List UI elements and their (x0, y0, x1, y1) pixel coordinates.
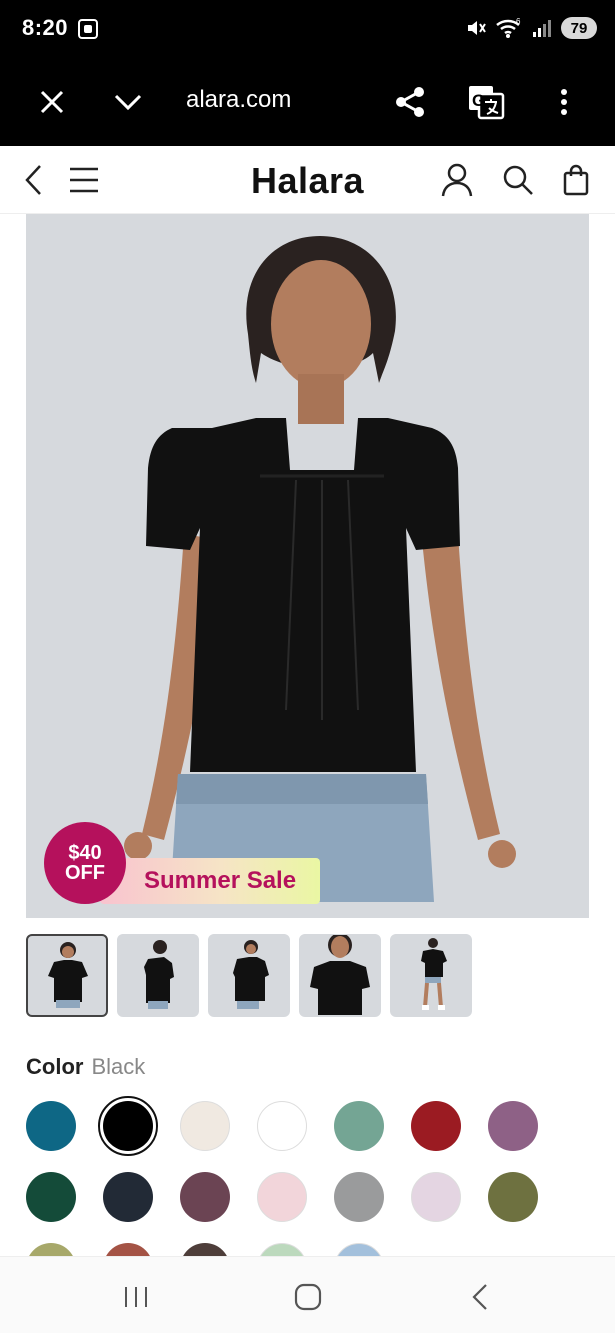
search-icon[interactable] (498, 160, 538, 200)
status-bar: 8:20 6 79 (0, 0, 615, 58)
color-swatch[interactable] (180, 1172, 230, 1222)
thumbnail-strip (26, 934, 472, 1017)
thumbnail-front[interactable] (26, 934, 108, 1017)
promo-banner[interactable]: Summer Sale (100, 858, 320, 904)
network-label: 6 (516, 17, 521, 26)
browser-toolbar: alara.com G (0, 58, 615, 146)
site-header: Halara (0, 146, 615, 214)
recent-apps-icon[interactable] (116, 1277, 156, 1317)
share-icon[interactable] (390, 82, 430, 122)
color-label-row: Color Black (26, 1054, 145, 1080)
color-swatch[interactable] (488, 1172, 538, 1222)
status-icons: 6 79 (465, 15, 597, 41)
discount-off: OFF (65, 862, 105, 884)
home-icon[interactable] (288, 1277, 328, 1317)
system-nav-bar (0, 1256, 615, 1333)
discount-badge: $40 OFF (44, 822, 126, 904)
close-icon[interactable] (32, 82, 72, 122)
account-icon[interactable] (437, 160, 477, 200)
color-swatch[interactable] (411, 1101, 461, 1151)
color-swatch[interactable] (98, 1096, 158, 1156)
color-swatch[interactable] (488, 1101, 538, 1151)
color-swatch[interactable] (334, 1172, 384, 1222)
thumbnail-close-up[interactable] (299, 934, 381, 1017)
color-label: Color (26, 1054, 84, 1079)
color-swatch[interactable] (180, 1101, 230, 1151)
color-swatch[interactable] (26, 1172, 76, 1222)
chevron-down-icon[interactable] (108, 82, 148, 122)
promo-banner-text: Summer Sale (144, 867, 297, 894)
thumbnail-three-quarter[interactable] (208, 934, 290, 1017)
color-swatch[interactable] (257, 1101, 307, 1151)
discount-amount: $40 (68, 842, 102, 864)
svg-text:G: G (472, 91, 485, 110)
address-bar[interactable]: alara.com (186, 86, 291, 114)
thumbnail-full-body[interactable] (390, 934, 472, 1017)
status-time: 8:20 (22, 15, 69, 40)
back-nav-icon[interactable] (460, 1277, 500, 1317)
shopping-bag-icon[interactable] (556, 160, 596, 200)
model-illustration (124, 236, 516, 902)
color-swatch[interactable] (257, 1172, 307, 1222)
battery-indicator: 79 (561, 17, 597, 39)
more-options-icon[interactable] (544, 82, 584, 122)
thumbnail-side[interactable] (117, 934, 199, 1017)
mute-icon (465, 17, 487, 39)
color-swatch[interactable] (411, 1172, 461, 1222)
product-main-image[interactable] (26, 214, 589, 918)
screenshot-icon (78, 19, 98, 39)
color-swatch[interactable] (334, 1101, 384, 1151)
signal-icon (531, 18, 553, 38)
translate-icon[interactable]: G (466, 82, 506, 122)
selected-color-name: Black (91, 1054, 146, 1079)
color-swatch[interactable] (26, 1101, 76, 1151)
color-swatch[interactable] (103, 1172, 153, 1222)
wifi-icon: 6 (495, 17, 523, 39)
